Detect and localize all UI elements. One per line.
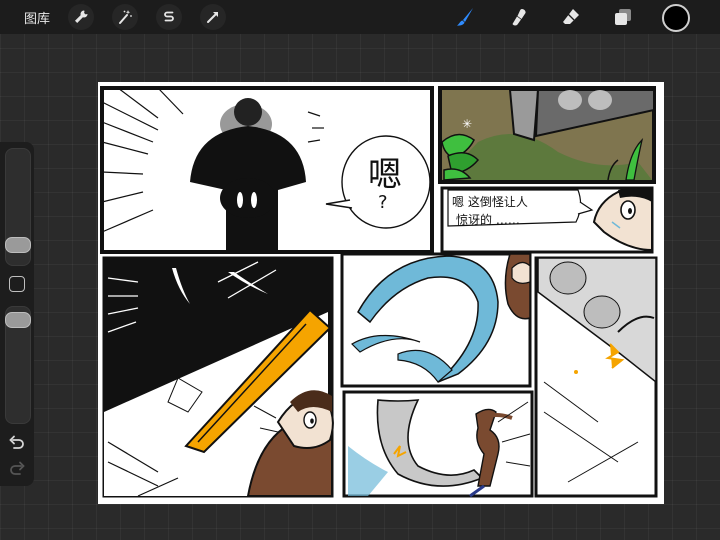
panel-spark bbox=[534, 256, 658, 498]
eraser-icon bbox=[563, 9, 579, 24]
brush-size-slider[interactable] bbox=[5, 148, 31, 266]
panel-water bbox=[340, 252, 532, 388]
color-picker-button[interactable] bbox=[662, 4, 690, 32]
actions-button[interactable] bbox=[68, 4, 94, 30]
layers-button[interactable] bbox=[610, 4, 636, 30]
gallery-button[interactable]: 图库 bbox=[24, 8, 50, 27]
wrench-icon bbox=[75, 10, 88, 23]
modify-button[interactable] bbox=[9, 276, 25, 292]
eraser-tool-button[interactable] bbox=[558, 4, 584, 30]
comic-artwork: ✳ 嗯 ? 嗯 这倒怪让人 惊讶的 …… bbox=[100, 86, 658, 498]
smudge-tool-button[interactable] bbox=[506, 4, 532, 30]
opacity-slider[interactable] bbox=[5, 306, 31, 424]
undo-icon[interactable] bbox=[8, 434, 26, 452]
caption-line-1: 嗯 这倒怪让人 bbox=[452, 194, 528, 209]
svg-text:✳: ✳ bbox=[462, 117, 472, 131]
smudge-icon bbox=[512, 9, 526, 26]
layers-icon bbox=[615, 9, 631, 25]
bubble-question-text: ? bbox=[378, 192, 388, 213]
brush-size-thumb[interactable] bbox=[5, 237, 31, 253]
panel-beak bbox=[102, 256, 334, 498]
caption-line-2: 惊讶的 …… bbox=[456, 212, 520, 227]
bubble-hmm-text: 嗯 bbox=[368, 155, 402, 195]
transform-arrow-icon bbox=[207, 12, 218, 23]
magic-wand-icon bbox=[119, 10, 132, 24]
panel-slash bbox=[342, 390, 534, 498]
panel-plant: ✳ bbox=[438, 86, 656, 184]
adjustments-button[interactable] bbox=[112, 4, 138, 30]
brush-icon bbox=[457, 8, 473, 26]
drawing-canvas[interactable]: ✳ 嗯 ? 嗯 这倒怪让人 惊讶的 …… bbox=[98, 82, 664, 504]
opacity-thumb[interactable] bbox=[5, 312, 31, 328]
selection-button[interactable] bbox=[156, 4, 182, 30]
left-sidebar bbox=[0, 142, 34, 486]
selection-icon bbox=[164, 11, 174, 22]
redo-icon[interactable] bbox=[8, 460, 26, 478]
transform-button[interactable] bbox=[200, 4, 226, 30]
top-toolbar: 图库 bbox=[0, 0, 720, 34]
brush-tool-button[interactable] bbox=[452, 4, 478, 30]
